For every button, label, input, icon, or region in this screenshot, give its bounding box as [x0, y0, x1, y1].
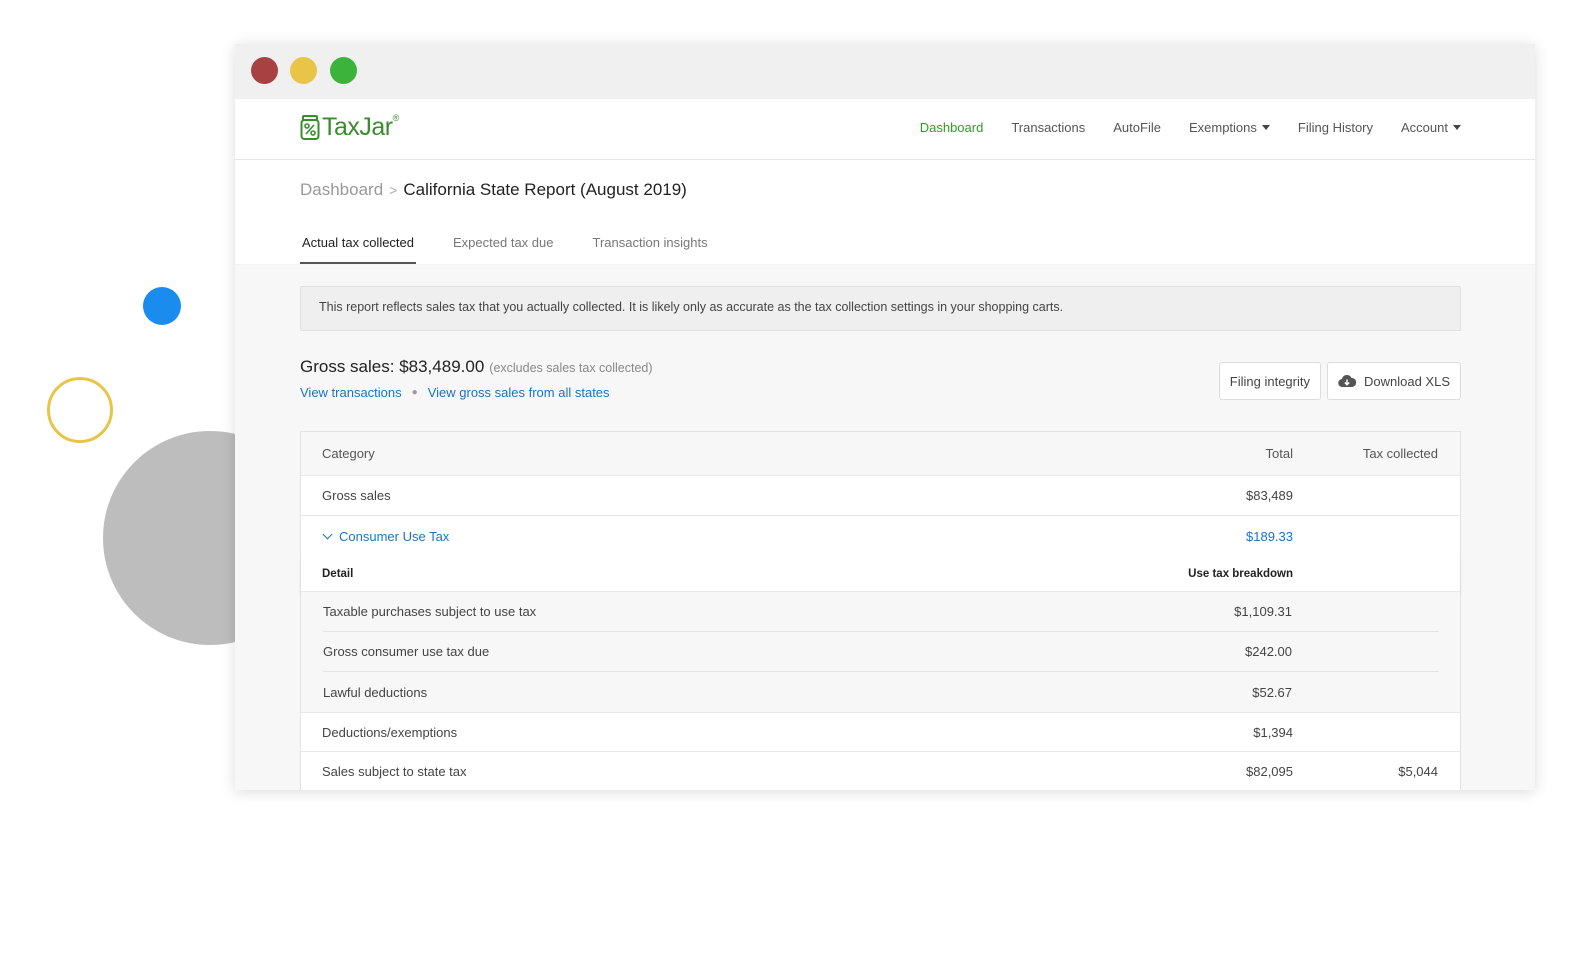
- filing-integrity-button[interactable]: Filing integrity: [1218, 362, 1321, 400]
- report-table: Category Total Tax collected Gross sales…: [300, 431, 1461, 790]
- nav-transactions[interactable]: Transactions: [1011, 120, 1085, 135]
- table-row: Deductions/exemptions $1,394: [301, 712, 1460, 752]
- nav-links: Dashboard Transactions AutoFile Exemptio…: [920, 120, 1461, 135]
- breakdown-category: Lawful deductions: [323, 684, 428, 700]
- gross-sales-note: (excludes sales tax collected): [489, 361, 653, 375]
- nav-exemptions[interactable]: Exemptions: [1189, 120, 1270, 135]
- column-header-tax-collected: Tax collected: [1362, 446, 1438, 461]
- column-header-category: Category: [322, 446, 375, 461]
- consumer-use-tax-row[interactable]: Consumer Use Tax $189.33: [301, 516, 1460, 556]
- detail-header-row: Detail Use tax breakdown: [301, 556, 1460, 592]
- row-tax: $5,044: [1398, 764, 1438, 779]
- caret-down-icon: [1453, 125, 1461, 130]
- page-title: California State Report (August 2019): [403, 180, 687, 199]
- row-category: Gross sales: [322, 488, 391, 503]
- detail-label: Detail: [322, 567, 354, 580]
- nav-filing-history[interactable]: Filing History: [1298, 120, 1373, 135]
- top-navigation: TaxJar® Dashboard Transactions AutoFile …: [235, 99, 1535, 160]
- table-header-row: Category Total Tax collected: [301, 432, 1460, 476]
- column-header-total: Total: [1265, 446, 1293, 461]
- maximize-window-button[interactable]: [330, 57, 357, 84]
- jar-icon: [300, 114, 320, 140]
- table-row: Sales subject to state tax $82,095 $5,04…: [301, 752, 1460, 790]
- use-tax-breakdown-label: Use tax breakdown: [1188, 567, 1293, 580]
- breadcrumb: Dashboard > California State Report (Aug…: [300, 180, 1470, 200]
- nav-dashboard[interactable]: Dashboard: [920, 120, 984, 135]
- view-transactions-link[interactable]: View transactions: [300, 385, 402, 400]
- list-item: Taxable purchases subject to use tax $1,…: [323, 592, 1439, 632]
- consumer-use-tax-toggle[interactable]: Consumer Use Tax: [322, 529, 1093, 544]
- decorative-blue-circle: [143, 287, 181, 325]
- report-tabs: Actual tax collected Expected tax due Tr…: [300, 235, 710, 264]
- tab-transaction-insights[interactable]: Transaction insights: [590, 235, 709, 264]
- gross-sales-heading: Gross sales: $83,489.00 (excludes sales t…: [300, 357, 653, 376]
- brand-name: TaxJar®: [322, 113, 399, 141]
- view-all-states-link[interactable]: View gross sales from all states: [428, 385, 610, 400]
- minimize-window-button[interactable]: [290, 57, 317, 84]
- gross-sales-summary: Gross sales: $83,489.00 (excludes sales t…: [300, 331, 1461, 431]
- row-total: $1,394: [1253, 724, 1293, 740]
- breakdown-category: Gross consumer use tax due: [323, 644, 490, 659]
- taxjar-logo[interactable]: TaxJar®: [300, 113, 399, 142]
- row-total: $82,095: [1246, 764, 1293, 779]
- caret-down-icon: [1261, 125, 1270, 130]
- bullet-separator: ●: [411, 387, 418, 398]
- tab-expected-tax-due[interactable]: Expected tax due: [451, 235, 555, 264]
- download-xls-button[interactable]: Download XLS: [1327, 362, 1461, 400]
- row-category: Sales subject to state tax: [322, 764, 467, 779]
- breakdown-category: Taxable purchases subject to use tax: [323, 604, 537, 619]
- page-header: Dashboard > California State Report (Aug…: [235, 160, 1535, 265]
- window-titlebar: [235, 44, 1535, 99]
- breadcrumb-dashboard-link[interactable]: Dashboard: [300, 180, 383, 200]
- nav-account[interactable]: Account: [1401, 120, 1461, 135]
- row-category: Deductions/exemptions: [322, 724, 458, 740]
- app-window: TaxJar® Dashboard Transactions AutoFile …: [235, 44, 1535, 790]
- summary-links: View transactions ● View gross sales fro…: [300, 385, 610, 400]
- use-tax-breakdown: Taxable purchases subject to use tax $1,…: [301, 592, 1460, 712]
- close-window-button[interactable]: [251, 57, 278, 84]
- list-item: Gross consumer use tax due $242.00: [323, 632, 1439, 672]
- list-item: Lawful deductions $52.67: [323, 672, 1439, 712]
- cloud-download-icon: [1338, 374, 1356, 388]
- report-content: This report reflects sales tax that you …: [235, 265, 1535, 790]
- consumer-use-tax-total[interactable]: $189.33: [1093, 529, 1293, 544]
- nav-autofile[interactable]: AutoFile: [1113, 120, 1161, 135]
- tab-actual-tax-collected[interactable]: Actual tax collected: [300, 235, 417, 264]
- row-total: $83,489: [1246, 488, 1293, 503]
- breakdown-total: $1,109.31: [1234, 604, 1292, 619]
- decorative-yellow-ring: [47, 377, 113, 443]
- info-notice: This report reflects sales tax that you …: [300, 286, 1461, 331]
- chevron-down-icon: [322, 529, 333, 539]
- breakdown-total: $52.67: [1252, 684, 1292, 700]
- breadcrumb-separator: >: [389, 182, 398, 198]
- table-row: Gross sales $83,489: [301, 476, 1460, 516]
- breakdown-total: $242.00: [1245, 644, 1292, 659]
